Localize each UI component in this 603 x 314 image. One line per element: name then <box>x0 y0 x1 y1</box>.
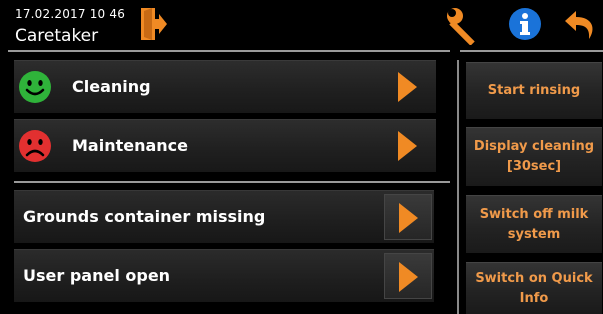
section-divider <box>14 181 450 183</box>
info-icon[interactable] <box>508 7 542 41</box>
smiley-happy-icon <box>19 71 51 103</box>
cleaning-row[interactable]: Cleaning <box>14 60 436 113</box>
message-row: User panel open <box>14 249 434 302</box>
smiley-sad-icon <box>19 130 51 162</box>
message-detail-button[interactable] <box>384 253 432 299</box>
datetime: 17.02.2017 10 46 <box>15 7 126 21</box>
start-rinsing-button[interactable]: Start rinsing <box>466 62 602 119</box>
message-label: Grounds container missing <box>23 207 266 226</box>
switch-off-milk-button[interactable]: Switch off milk system <box>466 195 602 253</box>
arrow-right-icon[interactable] <box>396 130 418 162</box>
message-detail-button[interactable] <box>384 194 432 240</box>
arrow-right-icon <box>399 203 418 233</box>
header-divider <box>8 50 450 52</box>
display-cleaning-button[interactable]: Display cleaning [30sec] <box>466 127 602 186</box>
arrow-right-icon[interactable] <box>396 71 418 103</box>
header-divider <box>460 50 603 52</box>
message-label: User panel open <box>23 266 171 285</box>
maintenance-row[interactable]: Maintenance <box>14 119 436 172</box>
wrench-icon[interactable] <box>446 7 484 45</box>
logout-icon[interactable] <box>140 7 168 41</box>
vertical-divider <box>457 60 459 314</box>
arrow-right-icon <box>399 262 418 292</box>
user-role: Caretaker <box>15 26 99 46</box>
message-row: Grounds container missing <box>14 190 434 243</box>
quick-info-button[interactable]: Switch on Quick Info <box>466 262 602 314</box>
header: 17.02.2017 10 46 Caretaker <box>0 0 603 52</box>
back-icon[interactable] <box>563 7 599 43</box>
maintenance-label: Maintenance <box>72 136 189 155</box>
cleaning-label: Cleaning <box>72 77 151 96</box>
